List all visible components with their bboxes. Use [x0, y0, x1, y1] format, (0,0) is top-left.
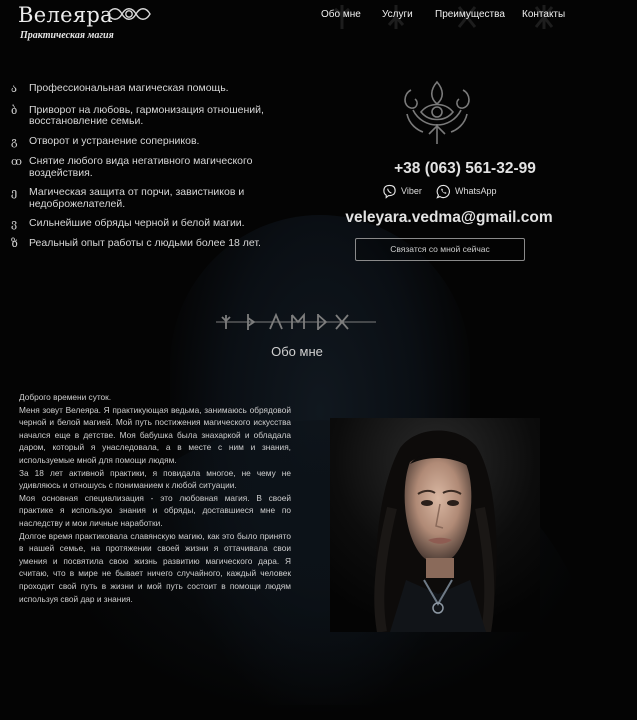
bio-paragraph: Меня зовут Велеяра. Я практикующая ведьм… [19, 404, 291, 465]
bio-paragraph: За 18 лет активной практики, я повидала … [19, 467, 291, 491]
list-item: ა Профессиональная магическая помощь. [9, 82, 299, 95]
service-text: Отворот и устранение соперников. [29, 134, 200, 147]
main-nav: Обо мне Услуги Преимущества Контакты [0, 5, 637, 29]
service-text: Снятие любого вида негативного магическо… [29, 155, 253, 179]
nav-item-contacts[interactable]: Контакты [522, 9, 565, 20]
eye-emblem-icon [404, 80, 470, 144]
viber-link[interactable]: Viber [383, 184, 422, 199]
contact-now-button[interactable]: Связатся со мной сейчас [355, 238, 525, 261]
about-title: Обо мне [271, 344, 323, 359]
service-text: Реальный опыт работы с людьми более 18 л… [29, 236, 261, 249]
list-item: ე Магическая защита от порчи, завистнико… [9, 186, 299, 210]
bullet-glyph: ვ [11, 217, 18, 230]
runes-divider-icon [216, 312, 376, 330]
bullet-glyph: ა [11, 82, 17, 95]
service-text: Магическая защита от порчи, завистников … [29, 186, 245, 210]
whatsapp-icon [436, 184, 450, 199]
service-text: Приворот на любовь, гармонизация отношен… [29, 103, 264, 127]
viber-icon [383, 184, 396, 199]
list-item: ვ Сильнейшие обряды черной и белой магии… [9, 217, 299, 230]
list-item: ზ Реальный опыт работы с людьми более 18… [9, 236, 299, 250]
portrait-photo [330, 418, 540, 632]
brand-subtitle: Практическая магия [20, 30, 114, 41]
about-bio: Доброго времени суток. Меня зовут Велеяр… [19, 391, 291, 605]
service-text: Сильнейшие обряды черной и белой магии. [29, 217, 245, 229]
bullet-glyph: გ [11, 134, 18, 148]
bullet-glyph: ꝏ [11, 155, 22, 168]
services-list: ა Профессиональная магическая помощь. ბ … [9, 82, 299, 250]
service-text: Профессиональная магическая помощь. [29, 82, 229, 94]
bio-paragraph: Доброго времени суток. [19, 392, 112, 402]
bullet-glyph: ე [11, 186, 18, 199]
email-address[interactable]: veleyara.vedma@gmail.com [318, 209, 580, 227]
list-item: გ Отворот и устранение соперников. [9, 134, 299, 148]
phone-number[interactable]: +38 (063) 561-32-99 [340, 160, 590, 178]
bullet-glyph: ბ [11, 103, 18, 117]
whatsapp-link[interactable]: WhatsApp [436, 184, 497, 199]
nav-item-services[interactable]: Услуги [382, 9, 413, 20]
viber-label: Viber [401, 186, 422, 196]
bio-paragraph: Моя основная специализация - это любовна… [19, 492, 291, 528]
bullet-glyph: ზ [11, 236, 18, 250]
list-item: ꝏ Снятие любого вида негативного магичес… [9, 155, 299, 179]
nav-item-about[interactable]: Обо мне [321, 9, 361, 20]
nav-item-advantages[interactable]: Преимущества [435, 9, 505, 20]
bio-paragraph: Долгое время практиковала славянскую маг… [19, 530, 291, 604]
whatsapp-label: WhatsApp [455, 186, 497, 196]
list-item: ბ Приворот на любовь, гармонизация отнош… [9, 103, 299, 128]
